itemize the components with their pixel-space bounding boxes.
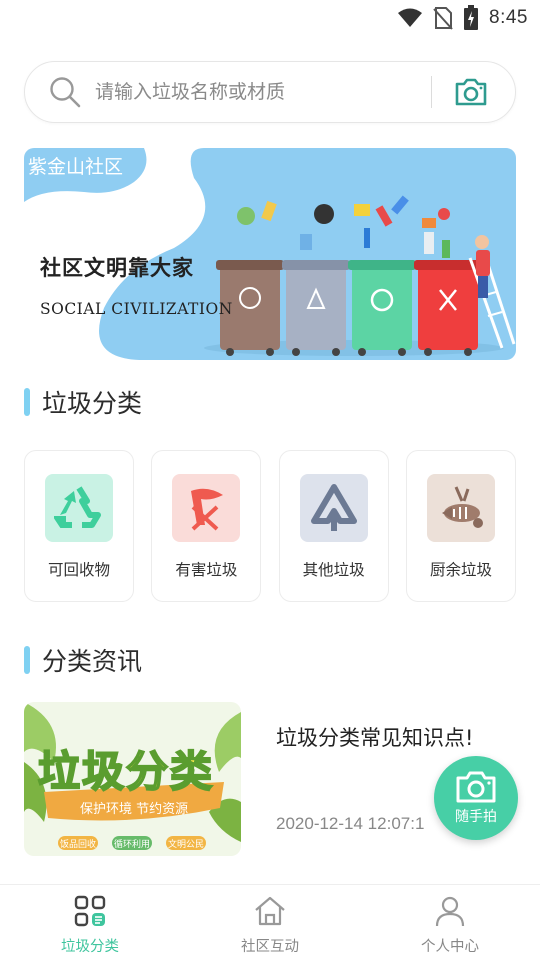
status-time: 8:45	[489, 7, 528, 28]
quick-snap-button[interactable]: 随手拍	[434, 756, 518, 840]
news-section-title: 分类资讯	[42, 647, 143, 676]
search-input[interactable]	[95, 81, 425, 103]
nav-label: 个人中心	[421, 939, 479, 955]
camera-icon	[456, 771, 496, 803]
category-grid: 可回收物 有害垃圾 其他垃圾 厨余垃圾	[24, 450, 516, 602]
thumb-badge: 文明公民	[168, 840, 205, 850]
news-thumbnail[interactable]: 垃圾分类 保护环境 节约资源 饭品回收 循环利用 文明公民	[24, 702, 241, 856]
no-sim-icon	[433, 7, 453, 30]
status-bar: 8:45	[0, 0, 540, 36]
search-icon[interactable]	[49, 76, 81, 108]
nav-label: 垃圾分类	[61, 939, 119, 955]
category-recyclable[interactable]: 可回收物	[24, 450, 134, 602]
category-hazardous[interactable]: 有害垃圾	[151, 450, 262, 602]
nav-label: 社区互动	[241, 939, 299, 955]
thumb-ribbon: 保护环境 节约资源	[80, 802, 189, 817]
news-section-header: 分类资讯	[24, 642, 142, 678]
community-banner[interactable]: 紫金山社区 社区文明靠大家 SOCIAL CIVILIZATION	[24, 148, 516, 360]
section-accent-bar	[24, 646, 30, 674]
search-bar[interactable]	[24, 61, 516, 123]
category-label: 可回收物	[47, 561, 110, 579]
camera-search-button[interactable]	[454, 75, 488, 109]
category-label: 其他垃圾	[302, 561, 365, 579]
thumb-badge: 循环利用	[114, 840, 151, 850]
thumb-headline: 垃圾分类	[37, 746, 215, 797]
bottom-nav: 垃圾分类 社区互动 个人中心	[0, 884, 540, 960]
section-accent-bar	[24, 388, 30, 416]
nav-item-categories[interactable]: 垃圾分类	[0, 885, 180, 960]
categories-section-title: 垃圾分类	[42, 389, 143, 418]
thumb-badge: 饭品回收	[60, 840, 97, 850]
user-icon	[432, 893, 468, 929]
home-screen: 8:45 请输入垃圾名称或材质 紫金山社区 社区文明靠大家 SOCIAL CIV…	[0, 0, 540, 960]
news-date: 2020-12-14 12:07:1	[276, 814, 425, 833]
camera-icon[interactable]	[454, 77, 488, 107]
categories-section-header: 垃圾分类	[24, 384, 142, 420]
recycle-icon	[45, 474, 113, 542]
kitchen-waste-icon	[426, 474, 495, 542]
banner-subline: SOCIAL CIVILIZATION	[40, 300, 233, 318]
home-icon	[252, 893, 288, 929]
category-kitchen[interactable]: 厨余垃圾	[405, 450, 516, 602]
search-divider	[431, 76, 432, 108]
battery-icon	[464, 5, 479, 30]
banner-headline: 社区文明靠大家	[40, 256, 194, 280]
category-label: 有害垃圾	[175, 561, 238, 579]
wifi-icon	[398, 8, 423, 27]
nav-item-community[interactable]: 社区互动	[180, 885, 360, 960]
hazardous-icon	[172, 474, 241, 542]
banner-community-tag: 紫金山社区	[28, 156, 124, 178]
fab-label: 随手拍	[455, 809, 497, 825]
news-title[interactable]: 垃圾分类常见知识点!	[276, 724, 476, 752]
category-icon	[72, 893, 108, 929]
other-waste-icon	[299, 474, 368, 542]
category-label: 厨余垃圾	[429, 561, 492, 579]
category-other[interactable]: 其他垃圾	[278, 450, 389, 602]
nav-item-profile[interactable]: 个人中心	[360, 885, 540, 960]
